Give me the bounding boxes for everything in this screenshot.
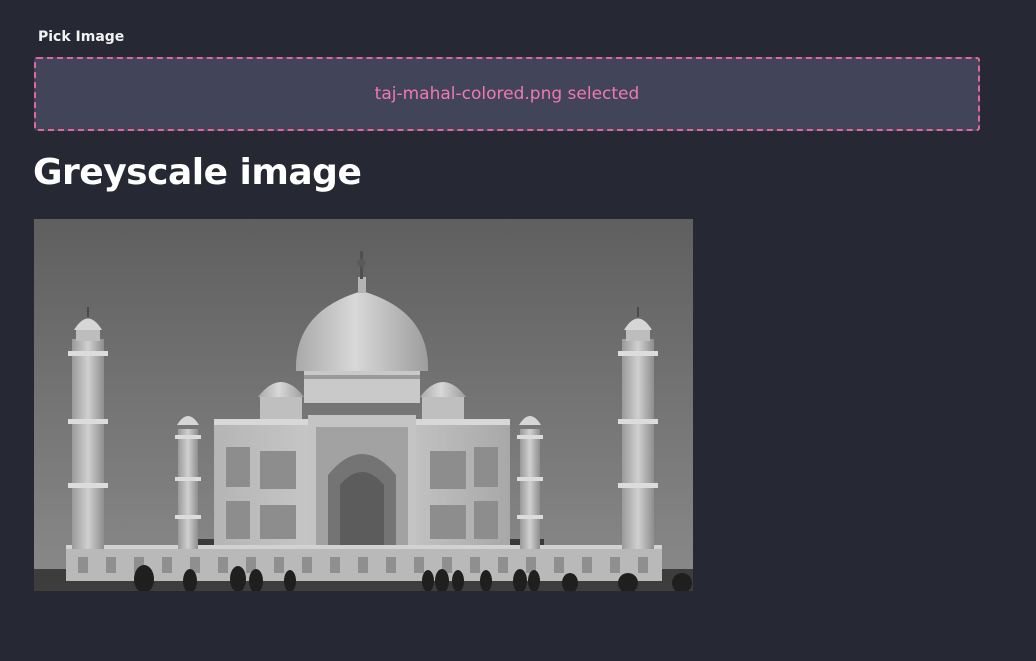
selected-file-text: taj-mahal-colored.png selected [374,84,640,104]
image-file-dropzone[interactable]: taj-mahal-colored.png selected [34,57,980,131]
greyscale-image [34,219,693,591]
page-heading: Greyscale image [33,152,362,193]
taj-mahal-greyscale-picture [34,219,693,591]
pick-image-label: Pick Image [38,29,125,45]
